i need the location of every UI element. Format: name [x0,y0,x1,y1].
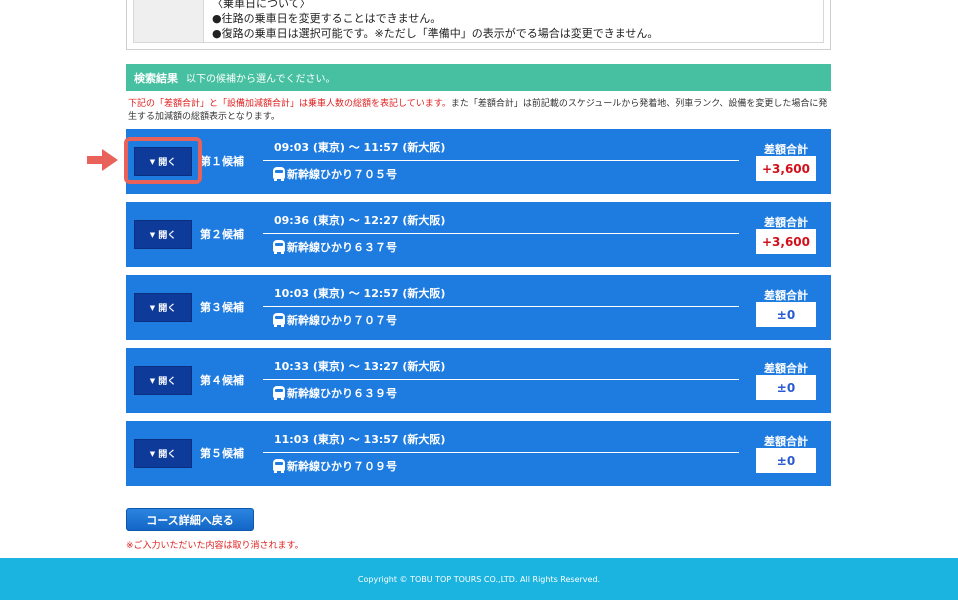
open-button[interactable]: ▼ 開く [134,439,192,468]
candidate-label: 第４候補 [200,374,244,387]
candidate-card: ▼ 開く 第４候補 10:33 (東京) ～ 13:27 (新大阪) 新幹線ひかり… [126,348,831,413]
train-name: 新幹線ひかり６３７号 [287,241,397,254]
divider [263,160,739,161]
open-button[interactable]: ▼ 開く [134,366,192,395]
candidate-label: 第２候補 [200,228,244,241]
divider [263,452,739,453]
candidate-label: 第３候補 [200,301,244,314]
diff-total-value: +3,600 [756,156,816,181]
train-icon [273,240,285,254]
candidate-label: 第１候補 [200,155,244,168]
train-name: 新幹線ひかり７０７号 [287,314,397,327]
result-subtitle: 以下の候補から選んでください。 [186,74,336,85]
divider [263,306,739,307]
diff-total-title: 差額合計 [764,216,808,229]
info-text: 〈乗車日について〉 ●往路の乗車日を変更することはできません。 ●復路の乗車日は… [204,0,658,42]
triangle-down-icon: ▼ [149,449,156,458]
candidate-label: 第５候補 [200,447,244,460]
candidate-card: ▼ 開く 第２候補 09:36 (東京) ～ 12:27 (新大阪) 新幹線ひかり… [126,202,831,267]
train-info: 新幹線ひかり６３９号 [273,385,397,401]
train-icon [273,459,285,473]
train-name: 新幹線ひかり６３９号 [287,387,397,400]
train-icon [273,386,285,400]
departure-arrival-time: 11:03 (東京) ～ 13:57 (新大阪) [274,433,446,446]
highlight-box [124,137,202,184]
diff-total-title: 差額合計 [764,435,808,448]
search-result-header: 検索結果 以下の候補から選んでください。 [126,64,831,91]
diff-total-value: +3,600 [756,229,816,254]
pointer-arrow-icon [87,149,118,171]
triangle-down-icon: ▼ [149,303,156,312]
triangle-down-icon: ▼ [149,376,156,385]
divider [263,379,739,380]
train-name: 新幹線ひかり７０５号 [287,168,397,181]
candidate-card: ▼ 開く 第５候補 11:03 (東京) ～ 13:57 (新大阪) 新幹線ひかり… [126,421,831,486]
diff-total-title: 差額合計 [764,143,808,156]
info-line: ●往路の乗車日を変更することはできません。 [212,12,442,25]
footer: Copyright © TOBU TOP TOURS CO.,LTD. All … [0,558,958,600]
triangle-down-icon: ▼ [149,230,156,239]
result-title: 検索結果 [134,71,178,85]
copyright-text: Copyright © TOBU TOP TOURS CO.,LTD. All … [357,574,601,584]
train-info: 新幹線ひかり７０５号 [273,166,397,182]
diff-total-value: ±0 [756,448,816,473]
departure-arrival-time: 09:36 (東京) ～ 12:27 (新大阪) [274,214,446,227]
train-icon [273,167,285,181]
train-info: 新幹線ひかり７０９号 [273,458,397,474]
candidate-card: ▼ 開く 第１候補 09:03 (東京) ～ 11:57 (新大阪) 新幹線ひかり… [126,129,831,194]
candidate-card: ▼ 開く 第３候補 10:03 (東京) ～ 12:57 (新大阪) 新幹線ひかり… [126,275,831,340]
train-name: 新幹線ひかり７０９号 [287,460,397,473]
train-info: 新幹線ひかり６３７号 [273,239,397,255]
price-note-red: 下記の「差額合計」と「設備加減額合計」は乗車人数の総額を表記しています。 [128,99,451,109]
diff-total-title: 差額合計 [764,362,808,375]
departure-arrival-time: 09:03 (東京) ～ 11:57 (新大阪) [274,141,446,154]
divider [263,233,739,234]
page: 〈乗車日について〉 ●往路の乗車日を変更することはできません。 ●復路の乗車日は… [0,0,958,600]
cancel-note: ※ご入力いただいた内容は取り消されます。 [126,541,304,551]
back-to-course-button[interactable]: コース詳細へ戻る [126,508,254,531]
diff-total-title: 差額合計 [764,289,808,302]
info-line: 〈乗車日について〉 [212,0,311,10]
train-info: 新幹線ひかり７０７号 [273,312,397,328]
open-button[interactable]: ▼ 開く [134,220,192,249]
boarding-date-info-box: 〈乗車日について〉 ●往路の乗車日を変更することはできません。 ●復路の乗車日は… [126,0,831,50]
departure-arrival-time: 10:03 (東京) ～ 12:57 (新大阪) [274,287,446,300]
info-line: ●復路の乗車日は選択可能です。※ただし「準備中」の表示がでる場合は変更できません… [212,27,659,40]
open-button[interactable]: ▼ 開く [134,293,192,322]
diff-total-value: ±0 [756,302,816,327]
price-note: 下記の「差額合計」と「設備加減額合計」は乗車人数の総額を表記しています。また「差… [128,98,828,124]
info-label-cell [134,0,204,42]
diff-total-value: ±0 [756,375,816,400]
departure-arrival-time: 10:33 (東京) ～ 13:27 (新大阪) [274,360,446,373]
train-icon [273,313,285,327]
